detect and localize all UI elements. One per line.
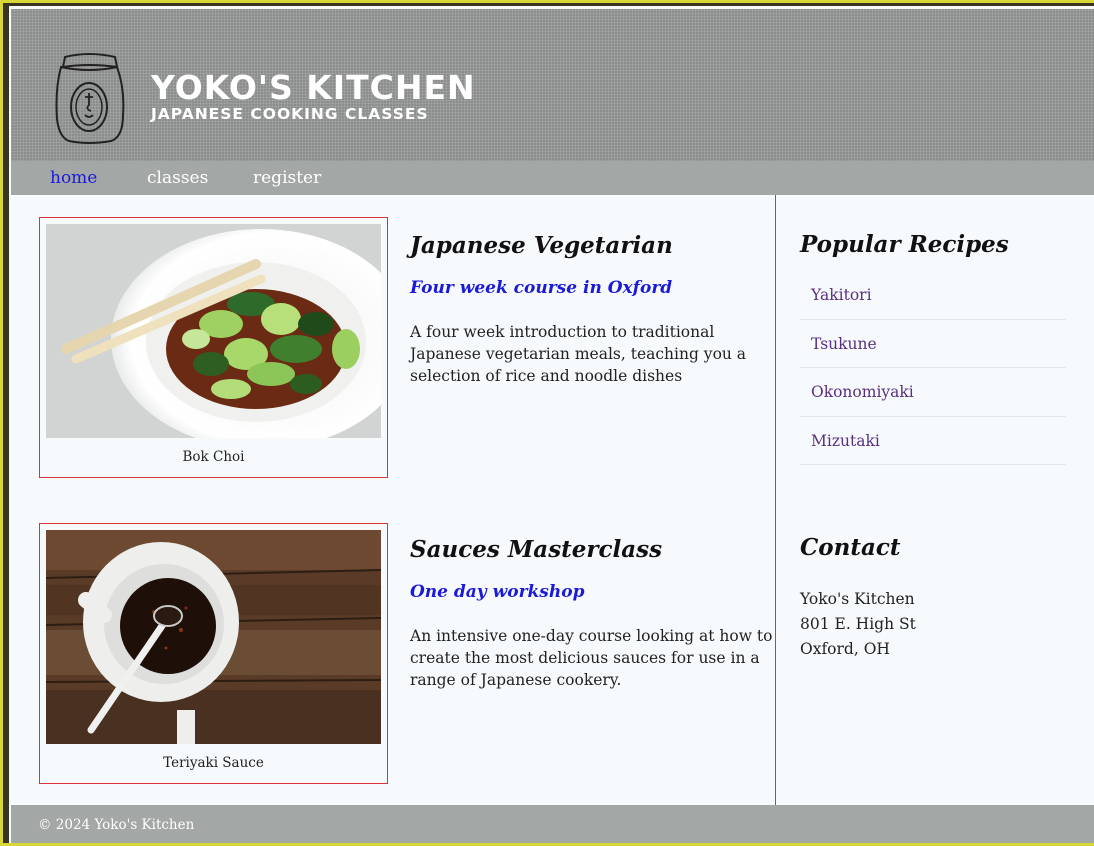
address-line: Yoko's Kitchen [800,590,915,608]
course-description: An intensive one-day course looking at h… [410,627,773,689]
course-description: A four week introduction to traditional … [410,323,747,385]
tea-caddy-logo-icon[interactable] [49,49,129,145]
course-subtitle: One day workshop [410,582,585,602]
image-caption: Bok Choi [182,449,245,465]
popular-recipes-heading: Popular Recipes [800,231,1009,258]
course-figure: Teriyaki Sauce [39,523,388,784]
contact-heading: Contact [800,534,901,561]
list-item: Mizutaki [800,417,1066,465]
site-header: YOKO'S KITCHEN JAPANESE COOKING CLASSES [11,9,1094,161]
site-title: YOKO'S KITCHEN [151,68,476,107]
nav-link-home[interactable]: home [50,168,97,188]
list-item: Tsukune [800,320,1066,368]
main-nav: home classes register [11,161,1094,195]
address-line: 801 E. High St [800,615,916,633]
list-item: Yakitori [800,271,1066,320]
image-caption: Teriyaki Sauce [163,755,264,771]
copyright-text: © 2024 Yoko's Kitchen [38,817,195,833]
course-title: Sauces Masterclass [410,536,663,563]
recipe-link-mizutaki[interactable]: Mizutaki [811,432,880,450]
course-figure: Bok Choi [39,217,388,478]
main-content: Bok Choi Japanese Vegetarian Four week c… [11,195,775,805]
address-line: Oxford, OH [800,640,890,658]
site-subtitle: JAPANESE COOKING CLASSES [151,105,429,123]
page-frame: YOKO'S KITCHEN JAPANESE COOKING CLASSES … [0,0,1094,846]
list-item: Okonomiyaki [800,368,1066,417]
left-edge [3,3,9,843]
course-title: Japanese Vegetarian [410,232,673,259]
recipe-link-tsukune[interactable]: Tsukune [811,335,877,353]
nav-link-classes[interactable]: classes [147,168,208,188]
recipe-list: Yakitori Tsukune Okonomiyaki Mizutaki [800,271,1066,465]
recipe-link-yakitori[interactable]: Yakitori [811,286,872,304]
recipe-link-okonomiyaki[interactable]: Okonomiyaki [811,383,914,401]
course-subtitle: Four week course in Oxford [410,278,673,298]
nav-link-register[interactable]: register [253,168,321,188]
teriyaki-sauce-photo [46,530,381,744]
column-divider [775,195,776,805]
site-footer: © 2024 Yoko's Kitchen [11,805,1094,843]
contact-address: Yoko's Kitchen 801 E. High St Oxford, OH [800,587,916,662]
bok-choi-photo [46,224,381,438]
top-edge [3,3,1094,6]
